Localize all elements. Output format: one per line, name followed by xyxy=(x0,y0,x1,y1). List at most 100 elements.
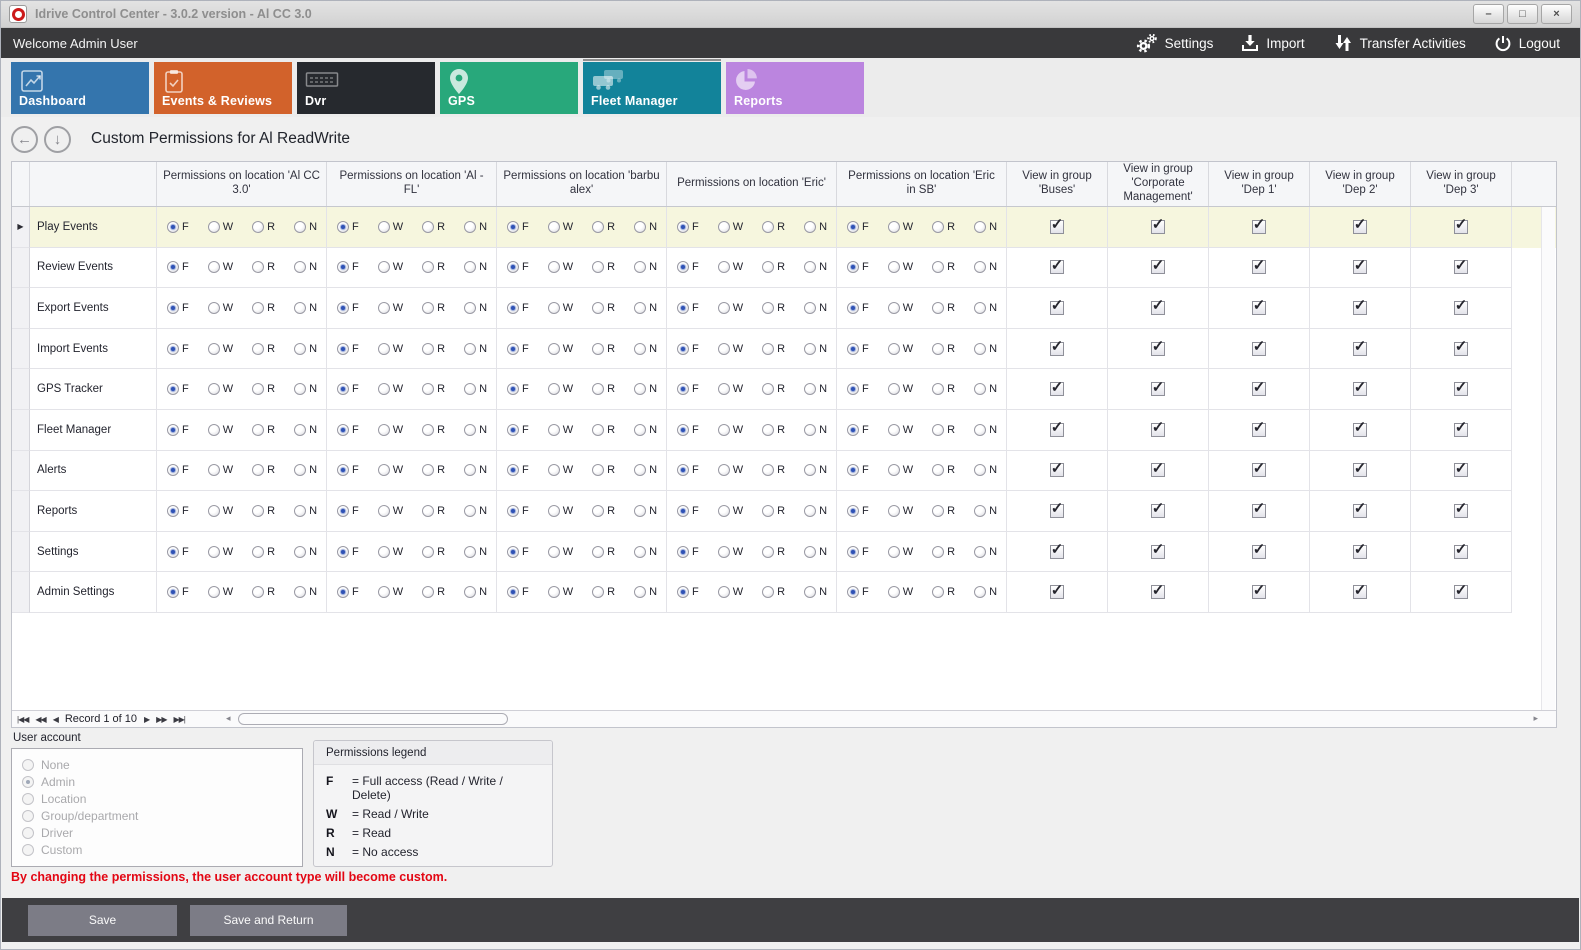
permission-radio-F[interactable]: F xyxy=(847,343,869,355)
column-header-permissions-on-location-al-cc-3-0[interactable]: Permissions on location 'Al CC 3.0' xyxy=(157,162,327,206)
permission-radio-W[interactable]: W xyxy=(888,424,913,436)
permission-radio-F[interactable]: F xyxy=(847,261,869,273)
tab-dashboard[interactable]: Dashboard xyxy=(11,62,149,114)
permission-radio-W[interactable]: W xyxy=(378,383,403,395)
permission-radio-F[interactable]: F xyxy=(677,464,699,476)
permission-radio-N[interactable]: N xyxy=(294,221,317,233)
view-group-checkbox[interactable]: ✓ xyxy=(1353,545,1367,559)
column-header-permissions-on-location-eric[interactable]: Permissions on location 'Eric' xyxy=(667,162,837,206)
permission-radio-N[interactable]: N xyxy=(634,383,657,395)
permission-radio-F[interactable]: F xyxy=(167,221,189,233)
permission-radio-F[interactable]: F xyxy=(847,546,869,558)
permission-radio-R[interactable]: R xyxy=(592,424,615,436)
view-group-checkbox[interactable]: ✓ xyxy=(1252,585,1266,599)
permission-radio-N[interactable]: N xyxy=(634,302,657,314)
view-group-checkbox[interactable]: ✓ xyxy=(1151,382,1165,396)
column-header-view-in-group-dep-1[interactable]: View in group 'Dep 1' xyxy=(1209,162,1310,206)
first-record-button[interactable]: |◀◀ xyxy=(17,715,28,724)
permission-radio-F[interactable]: F xyxy=(507,505,529,517)
vertical-scrollbar[interactable] xyxy=(1541,207,1555,710)
permission-radio-N[interactable]: N xyxy=(634,343,657,355)
permission-radio-N[interactable]: N xyxy=(974,586,997,598)
hscroll-right-arrow[interactable]: ▸ xyxy=(1533,713,1538,724)
permission-radio-R[interactable]: R xyxy=(422,586,445,598)
permission-radio-N[interactable]: N xyxy=(804,586,827,598)
permission-radio-W[interactable]: W xyxy=(208,302,233,314)
permission-radio-W[interactable]: W xyxy=(718,424,743,436)
view-group-checkbox[interactable]: ✓ xyxy=(1050,463,1064,477)
permission-radio-R[interactable]: R xyxy=(592,464,615,476)
permission-radio-R[interactable]: R xyxy=(252,586,275,598)
view-group-checkbox[interactable]: ✓ xyxy=(1454,423,1468,437)
permission-radio-W[interactable]: W xyxy=(208,383,233,395)
permission-radio-R[interactable]: R xyxy=(932,221,955,233)
view-group-checkbox[interactable]: ✓ xyxy=(1454,220,1468,234)
permission-radio-R[interactable]: R xyxy=(592,221,615,233)
permission-radio-R[interactable]: R xyxy=(932,383,955,395)
permission-radio-W[interactable]: W xyxy=(718,302,743,314)
view-group-checkbox[interactable]: ✓ xyxy=(1050,504,1064,518)
permission-radio-F[interactable]: F xyxy=(847,505,869,517)
view-group-checkbox[interactable]: ✓ xyxy=(1252,342,1266,356)
permission-radio-F[interactable]: F xyxy=(167,505,189,517)
permission-radio-N[interactable]: N xyxy=(974,302,997,314)
permission-radio-W[interactable]: W xyxy=(888,343,913,355)
view-group-checkbox[interactable]: ✓ xyxy=(1151,463,1165,477)
permission-radio-R[interactable]: R xyxy=(252,383,275,395)
permission-radio-N[interactable]: N xyxy=(294,546,317,558)
permission-radio-R[interactable]: R xyxy=(592,505,615,517)
permission-radio-R[interactable]: R xyxy=(252,221,275,233)
view-group-checkbox[interactable]: ✓ xyxy=(1050,382,1064,396)
view-group-checkbox[interactable]: ✓ xyxy=(1050,423,1064,437)
permission-radio-N[interactable]: N xyxy=(804,261,827,273)
permission-radio-R[interactable]: R xyxy=(252,302,275,314)
toolbar-import-button[interactable]: Import xyxy=(1241,34,1304,52)
permission-radio-F[interactable]: F xyxy=(507,546,529,558)
permission-radio-W[interactable]: W xyxy=(548,302,573,314)
permission-radio-R[interactable]: R xyxy=(762,383,785,395)
permission-radio-W[interactable]: W xyxy=(888,302,913,314)
permission-radio-W[interactable]: W xyxy=(888,383,913,395)
permission-radio-N[interactable]: N xyxy=(294,586,317,598)
permission-radio-R[interactable]: R xyxy=(932,546,955,558)
permission-radio-W[interactable]: W xyxy=(888,221,913,233)
permission-radio-F[interactable]: F xyxy=(167,261,189,273)
permission-radio-N[interactable]: N xyxy=(974,221,997,233)
permission-radio-R[interactable]: R xyxy=(422,221,445,233)
permission-radio-W[interactable]: W xyxy=(548,221,573,233)
permission-radio-F[interactable]: F xyxy=(677,424,699,436)
tab-events-reviews[interactable]: Events & Reviews xyxy=(154,62,292,114)
permission-radio-W[interactable]: W xyxy=(718,343,743,355)
view-group-checkbox[interactable]: ✓ xyxy=(1353,423,1367,437)
view-group-checkbox[interactable]: ✓ xyxy=(1151,342,1165,356)
user-account-option-group-department[interactable]: Group/department xyxy=(22,809,292,823)
permission-radio-W[interactable]: W xyxy=(208,221,233,233)
view-group-checkbox[interactable]: ✓ xyxy=(1454,463,1468,477)
permission-radio-F[interactable]: F xyxy=(507,464,529,476)
permission-radio-F[interactable]: F xyxy=(677,343,699,355)
permission-radio-R[interactable]: R xyxy=(422,505,445,517)
permission-radio-W[interactable]: W xyxy=(208,586,233,598)
permission-radio-N[interactable]: N xyxy=(294,505,317,517)
permission-radio-N[interactable]: N xyxy=(804,343,827,355)
permission-radio-W[interactable]: W xyxy=(888,546,913,558)
permission-radio-R[interactable]: R xyxy=(592,343,615,355)
column-header-view-in-group-corporate-management[interactable]: View in group 'Corporate Management' xyxy=(1108,162,1209,206)
permission-radio-F[interactable]: F xyxy=(167,546,189,558)
tab-reports[interactable]: Reports xyxy=(726,62,864,114)
permission-radio-R[interactable]: R xyxy=(762,464,785,476)
toolbar-logout-button[interactable]: Logout xyxy=(1494,34,1560,52)
permission-radio-N[interactable]: N xyxy=(974,383,997,395)
toolbar-transfer-activities-button[interactable]: Transfer Activities xyxy=(1333,34,1466,52)
permission-radio-N[interactable]: N xyxy=(974,505,997,517)
permission-radio-F[interactable]: F xyxy=(167,424,189,436)
permission-radio-F[interactable]: F xyxy=(847,383,869,395)
permission-radio-F[interactable]: F xyxy=(677,383,699,395)
permission-radio-N[interactable]: N xyxy=(464,505,487,517)
view-group-checkbox[interactable]: ✓ xyxy=(1454,301,1468,315)
permission-radio-W[interactable]: W xyxy=(718,221,743,233)
column-header-permissions-on-location-al-fl[interactable]: Permissions on location 'Al - FL' xyxy=(327,162,497,206)
permission-radio-F[interactable]: F xyxy=(847,302,869,314)
minimize-button[interactable]: – xyxy=(1473,4,1504,24)
permission-radio-R[interactable]: R xyxy=(762,221,785,233)
